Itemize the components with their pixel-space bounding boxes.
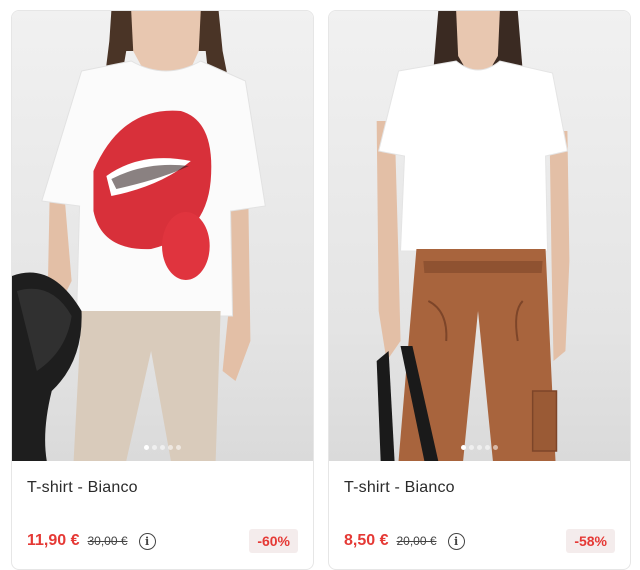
product-grid: T-shirt - Bianco 11,90 € 30,00 € i -60% bbox=[0, 0, 640, 570]
carousel-dot[interactable] bbox=[485, 445, 490, 450]
carousel-dot[interactable] bbox=[168, 445, 173, 450]
current-price: 8,50 € bbox=[344, 532, 389, 549]
product-card[interactable]: T-shirt - Bianco 11,90 € 30,00 € i -60% bbox=[11, 10, 314, 570]
product-title[interactable]: T-shirt - Bianco bbox=[344, 479, 455, 497]
carousel-dot[interactable] bbox=[461, 445, 466, 450]
carousel-dot[interactable] bbox=[144, 445, 149, 450]
info-icon[interactable]: i bbox=[447, 532, 465, 550]
original-price: 20,00 € bbox=[396, 534, 437, 548]
price-row: 8,50 € 20,00 € i -58% bbox=[344, 529, 615, 553]
discount-badge: -58% bbox=[566, 529, 615, 553]
price-row: 11,90 € 30,00 € i -60% bbox=[27, 529, 298, 553]
carousel-dot[interactable] bbox=[160, 445, 165, 450]
product-card[interactable]: T-shirt - Bianco 8,50 € 20,00 € i -58% bbox=[328, 10, 631, 570]
carousel-dot[interactable] bbox=[477, 445, 482, 450]
product-title[interactable]: T-shirt - Bianco bbox=[27, 479, 138, 497]
product-photo bbox=[376, 11, 570, 461]
product-image[interactable] bbox=[329, 11, 630, 461]
carousel-dots[interactable] bbox=[12, 445, 313, 450]
original-price: 30,00 € bbox=[87, 534, 128, 548]
discount-badge: -60% bbox=[249, 529, 298, 553]
carousel-dot[interactable] bbox=[493, 445, 498, 450]
product-photo bbox=[12, 11, 266, 461]
current-price: 11,90 € bbox=[27, 532, 80, 549]
info-icon[interactable]: i bbox=[138, 532, 156, 550]
carousel-dot[interactable] bbox=[469, 445, 474, 450]
carousel-dot[interactable] bbox=[152, 445, 157, 450]
carousel-dots[interactable] bbox=[329, 445, 630, 450]
product-image[interactable] bbox=[12, 11, 313, 461]
carousel-dot[interactable] bbox=[176, 445, 181, 450]
